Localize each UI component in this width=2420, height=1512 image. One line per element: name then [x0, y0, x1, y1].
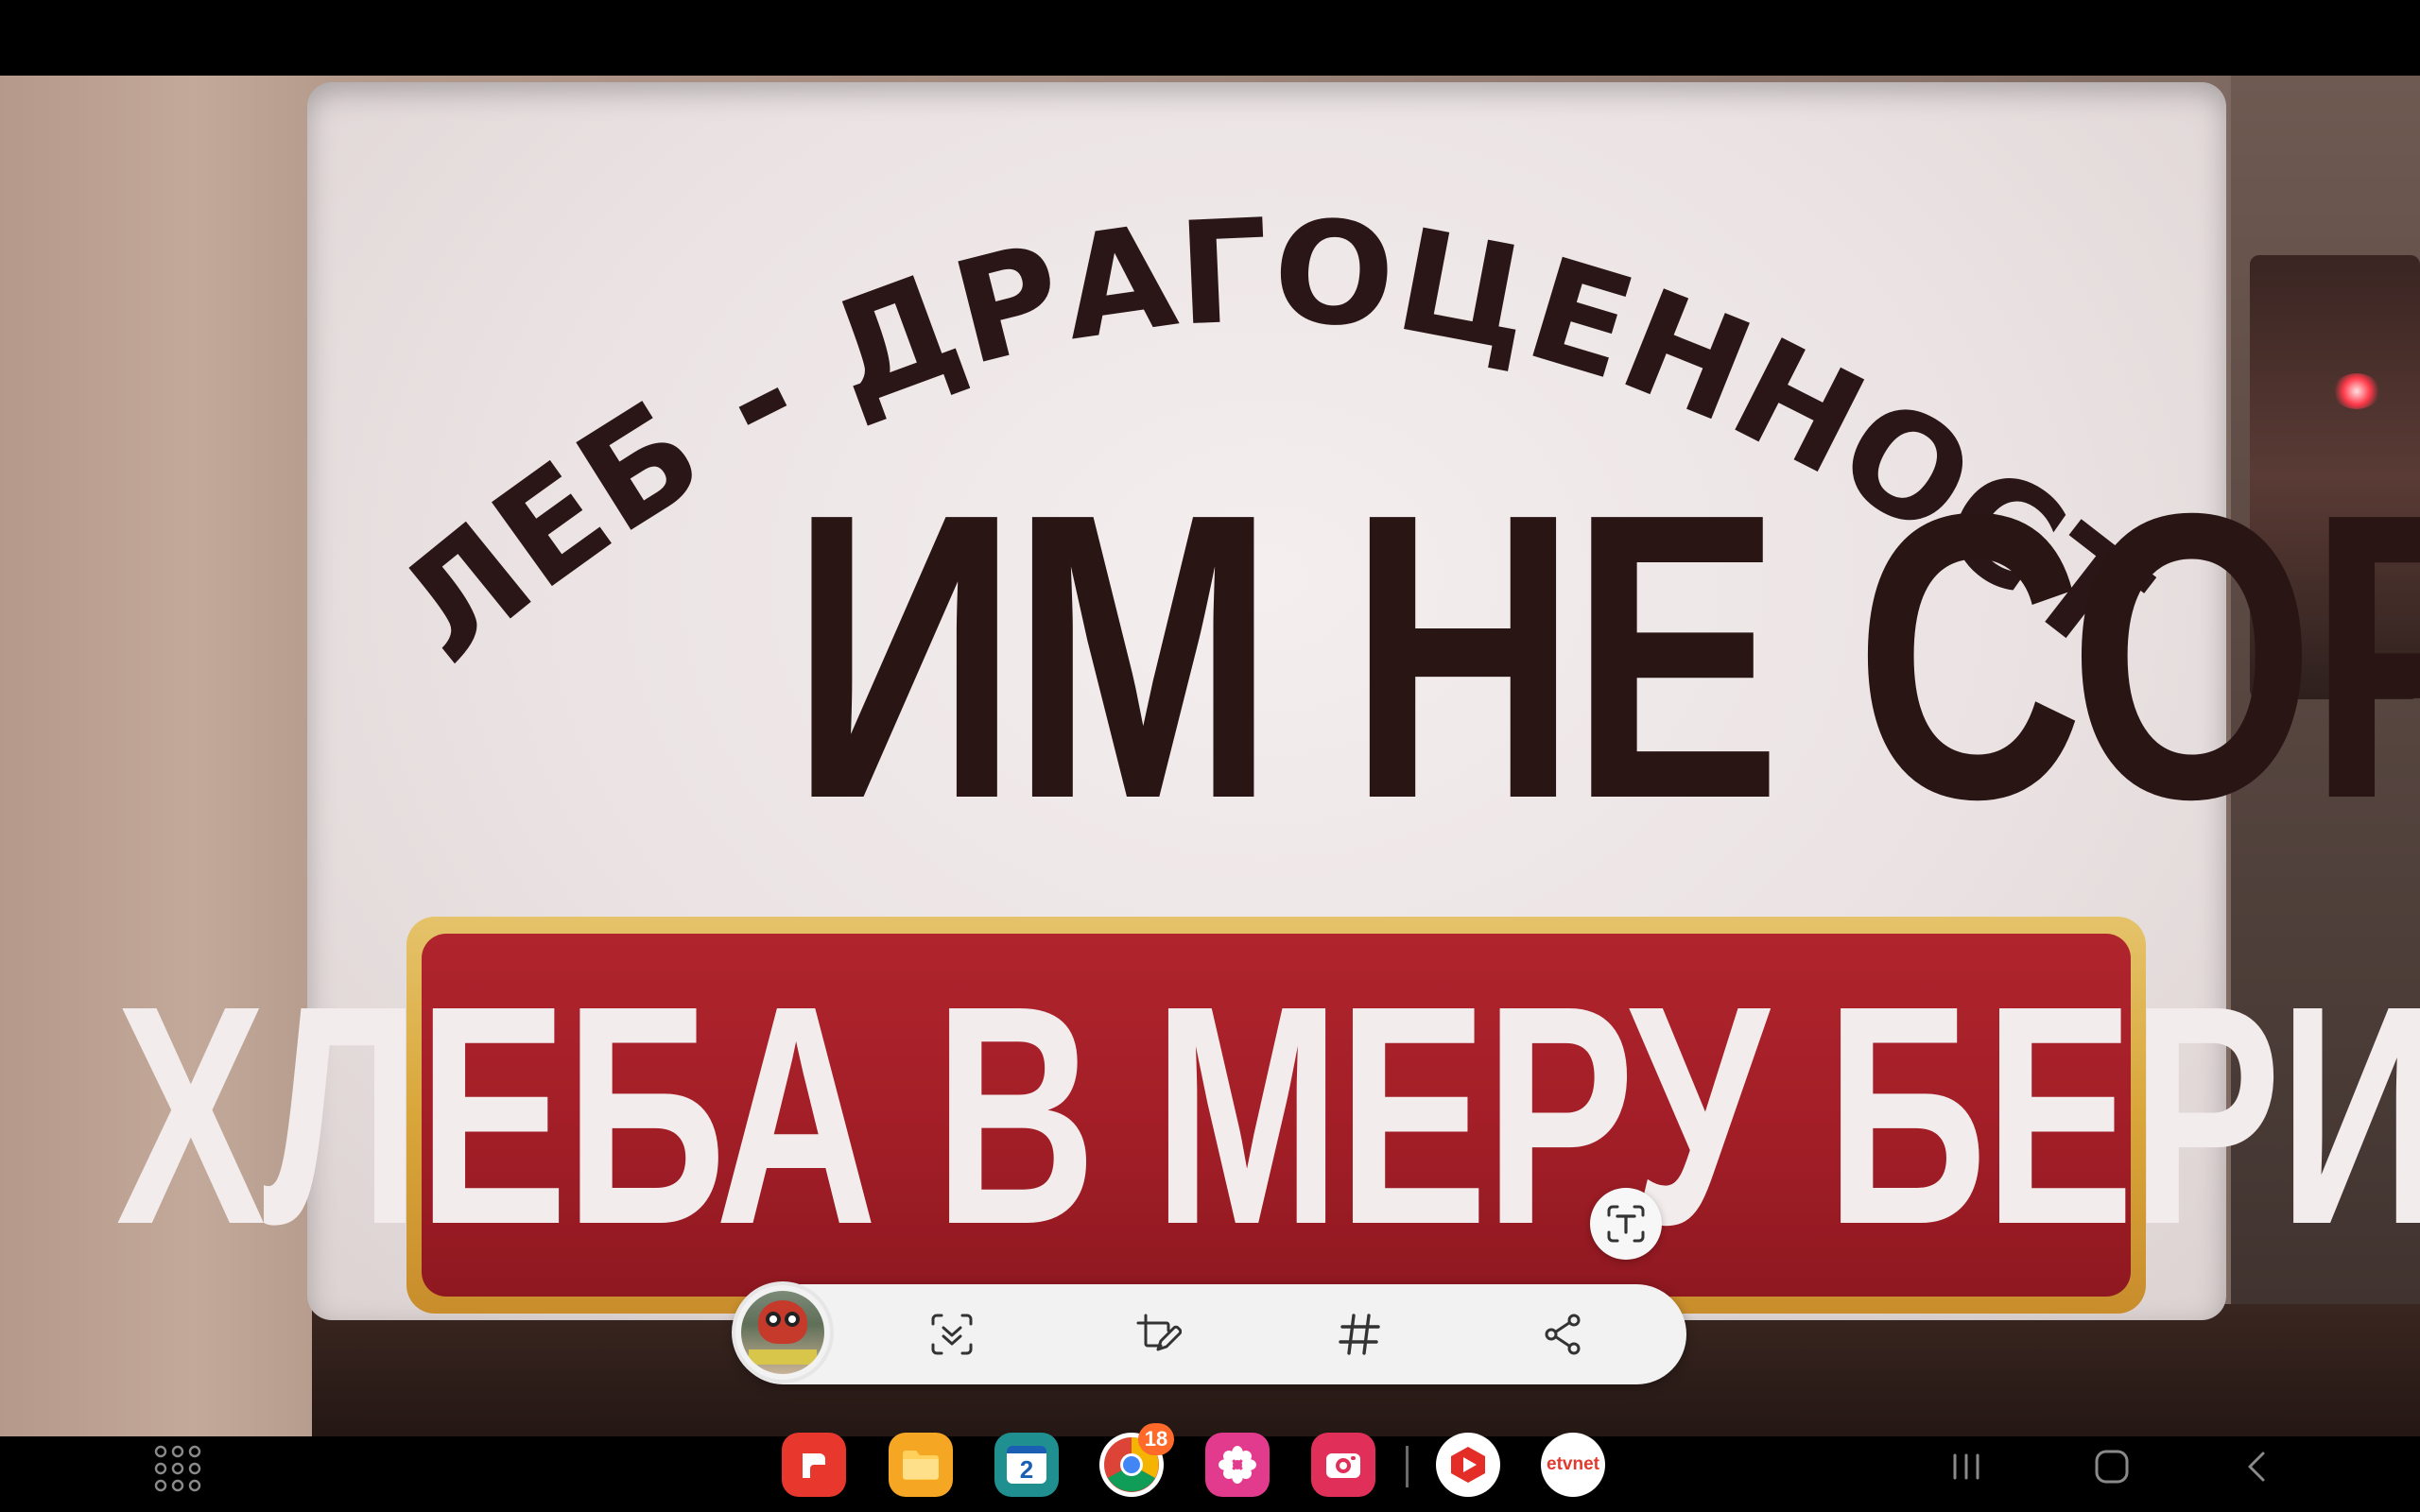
- share-button[interactable]: [1530, 1300, 1598, 1368]
- apps-drawer-button[interactable]: [151, 1442, 204, 1495]
- photo-viewer[interactable]: ХЛЕБ - ДРАГОЦЕННОСТЬ ИМ НЕ СОРИ ХЛЕБА В …: [0, 76, 2420, 1436]
- text-recognition-button[interactable]: [1590, 1188, 1662, 1260]
- notes-icon: [803, 1453, 825, 1478]
- flower-icon: [1219, 1446, 1256, 1484]
- chrome-notification-badge: 18: [1138, 1423, 1174, 1455]
- apps-grid-icon: [154, 1445, 201, 1492]
- camera-app[interactable]: [1311, 1433, 1375, 1497]
- edit-screenshot-button[interactable]: [1123, 1300, 1191, 1368]
- thumbnail-caption-strip: [749, 1349, 817, 1365]
- taskbar-divider: [1406, 1446, 1409, 1487]
- recent-apps-button[interactable]: [1940, 1440, 1993, 1493]
- etvnet-app[interactable]: etvnet: [1541, 1433, 1605, 1497]
- scroll-capture-icon: [931, 1314, 973, 1355]
- folder-icon: [903, 1451, 939, 1480]
- hashtag-icon: [1339, 1314, 1380, 1355]
- calendar-app[interactable]: 2: [994, 1433, 1059, 1497]
- back-button[interactable]: [2231, 1440, 2284, 1493]
- status-bar: [0, 0, 2420, 76]
- calendar-icon: 2: [1007, 1446, 1046, 1484]
- thumbnail-image: [741, 1291, 824, 1374]
- samsung-notes-app[interactable]: [782, 1433, 846, 1497]
- lamp-light: [2333, 373, 2380, 409]
- screenshot-thumbnail[interactable]: [732, 1281, 834, 1383]
- youtube-app[interactable]: [1436, 1433, 1500, 1497]
- crop-edit-icon: [1136, 1314, 1182, 1351]
- gallery-app[interactable]: [1205, 1433, 1270, 1497]
- my-files-app[interactable]: [889, 1433, 953, 1497]
- owl-eye: [785, 1312, 800, 1327]
- sign-main-text: ИМ НЕ СОРИ: [790, 430, 2420, 884]
- tags-button[interactable]: [1325, 1300, 1393, 1368]
- recents-icon: [1953, 1453, 1979, 1480]
- back-icon: [2248, 1452, 2265, 1482]
- sign-banner-text: ХЛЕБА В МЕРУ БЕРИ: [115, 940, 2420, 1289]
- share-icon: [1545, 1314, 1581, 1355]
- home-icon: [2095, 1450, 2129, 1484]
- text-scan-icon: [1607, 1205, 1645, 1243]
- etvnet-logo: etvnet: [1547, 1454, 1599, 1474]
- play-icon: [1451, 1447, 1485, 1483]
- camera-icon: [1326, 1453, 1360, 1478]
- scroll-capture-button[interactable]: [918, 1300, 986, 1368]
- sign-banner: ХЛЕБА В МЕРУ БЕРИ: [115, 934, 2420, 1297]
- home-button[interactable]: [2085, 1440, 2138, 1493]
- owl-eye: [766, 1312, 781, 1327]
